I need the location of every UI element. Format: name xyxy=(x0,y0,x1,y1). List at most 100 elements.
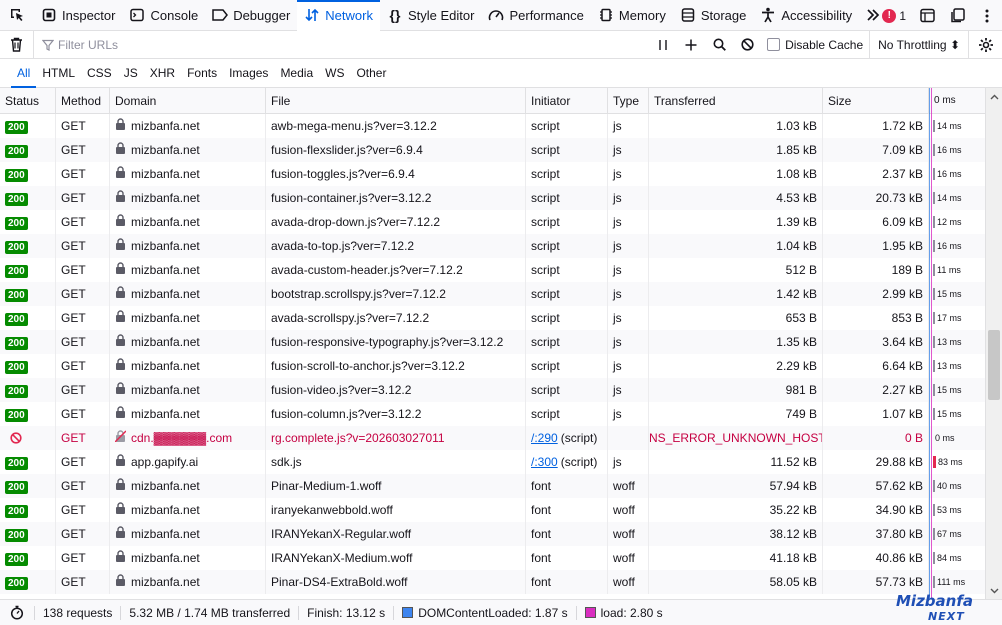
column-file[interactable]: File xyxy=(266,88,526,114)
table-row[interactable]: 200 GET mizbanfa.net fusion-responsive-typo… xyxy=(0,330,985,354)
filter-urls-input[interactable] xyxy=(58,37,458,52)
lock-icon xyxy=(115,234,126,258)
tab-style-editor[interactable]: {} Style Editor xyxy=(380,0,481,31)
table-row[interactable]: GET cdn.▓▓▓▓▓▓.com rg.complete.js?v=202603… xyxy=(0,426,985,450)
type-filter-fonts[interactable]: Fonts xyxy=(181,59,223,88)
cell-initiator: script xyxy=(526,306,608,330)
type-filter-xhr[interactable]: XHR xyxy=(144,59,181,88)
table-row[interactable]: 200 GET mizbanfa.net avada-custom-header.js… xyxy=(0,258,985,282)
table-row[interactable]: 200 GET mizbanfa.net avada-scrollspy.js?ver… xyxy=(0,306,985,330)
table-row[interactable]: 200 GET mizbanfa.net Pinar-DS4-ExtraBold.wo… xyxy=(0,570,985,594)
column-status[interactable]: Status xyxy=(0,88,56,114)
column-method[interactable]: Method xyxy=(56,88,110,114)
cell-method: GET xyxy=(56,282,110,306)
cell-status: 200 xyxy=(0,186,56,210)
initiator-link[interactable]: /:300 xyxy=(531,455,558,469)
tab-accessibility[interactable]: Accessibility xyxy=(753,0,859,31)
cell-size: 6.09 kB xyxy=(823,210,929,234)
throttling-select[interactable]: No Throttling ⬍ xyxy=(869,30,968,59)
table-row[interactable]: 200 GET mizbanfa.net Pinar-Medium-1.woff fon… xyxy=(0,474,985,498)
cell-initiator: script xyxy=(526,138,608,162)
cell-type: js xyxy=(608,450,649,474)
table-row[interactable]: 200 GET mizbanfa.net IRANYekanX-Regular.wof… xyxy=(0,522,985,546)
pause-recording-button[interactable] xyxy=(649,31,677,59)
split-console-button[interactable] xyxy=(912,0,942,31)
column-size[interactable]: Size xyxy=(823,88,929,114)
column-type[interactable]: Type xyxy=(608,88,649,114)
performance-analysis-button[interactable] xyxy=(0,605,35,620)
table-row[interactable]: 200 GET mizbanfa.net fusion-toggles.js?ver=… xyxy=(0,162,985,186)
type-filter-js[interactable]: JS xyxy=(118,59,144,88)
initiator-link[interactable]: /:290 xyxy=(531,431,558,445)
table-row[interactable]: 200 GET mizbanfa.net fusion-container.js?ve… xyxy=(0,186,985,210)
type-filter-ws[interactable]: WS xyxy=(319,59,350,88)
mizbanfa-logo-icon: Mizbanfa NEXT xyxy=(896,592,973,623)
cell-status: 200 xyxy=(0,282,56,306)
cell-file: fusion-responsive-typography.js?ver=3.12… xyxy=(266,330,526,354)
waterfall-time: 14 ms xyxy=(937,121,962,131)
table-row[interactable]: 200 GET mizbanfa.net iranyekanwebbold.woff f… xyxy=(0,498,985,522)
cell-transferred: 1.85 kB xyxy=(649,138,823,162)
checkbox-box xyxy=(767,38,781,51)
initiator-text: (script) xyxy=(560,455,598,469)
table-row[interactable]: 200 GET mizbanfa.net avada-drop-down.js?ver… xyxy=(0,210,985,234)
waterfall-bar xyxy=(933,480,935,492)
tab-network[interactable]: Network xyxy=(297,0,380,31)
request-blocking-button[interactable] xyxy=(733,31,761,59)
cell-file: IRANYekanX-Regular.woff xyxy=(266,522,526,546)
tab-inspector[interactable]: Inspector xyxy=(34,0,122,31)
cell-initiator: script xyxy=(526,210,608,234)
cell-file: fusion-video.js?ver=3.12.2 xyxy=(266,378,526,402)
waterfall-time: 15 ms xyxy=(937,409,962,419)
tab-performance[interactable]: Performance xyxy=(481,0,590,31)
cell-domain: mizbanfa.net xyxy=(110,258,266,282)
element-picker-button[interactable] xyxy=(0,0,34,31)
dock-options-button[interactable] xyxy=(942,0,972,31)
table-row[interactable]: 200 GET app.gapify.ai sdk.js/:300 (script) js… xyxy=(0,450,985,474)
type-filter-media[interactable]: Media xyxy=(274,59,319,88)
vertical-scrollbar[interactable] xyxy=(985,88,1002,599)
column-transferred[interactable]: Transferred xyxy=(649,88,823,114)
tab-performance-label: Performance xyxy=(509,7,584,23)
more-options-button[interactable] xyxy=(972,0,1002,31)
domain-text: app.gapify.ai xyxy=(131,455,199,469)
scroll-up-arrow-icon[interactable] xyxy=(986,88,1002,105)
table-row[interactable]: 200 GET mizbanfa.net fusion-column.js?ver=3… xyxy=(0,402,985,426)
scrollbar-thumb[interactable] xyxy=(988,330,1000,400)
table-row[interactable]: 200 GET mizbanfa.net avada-to-top.js?ver=7.… xyxy=(0,234,985,258)
tab-network-label: Network xyxy=(325,7,373,23)
column-domain[interactable]: Domain xyxy=(110,88,266,114)
cell-file: iranyekanwebbold.woff xyxy=(266,498,526,522)
disable-cache-checkbox[interactable]: Disable Cache xyxy=(767,38,863,52)
cell-initiator: script xyxy=(526,282,608,306)
type-filter-images[interactable]: Images xyxy=(223,59,274,88)
column-waterfall[interactable]: 0 ms xyxy=(929,88,985,114)
table-row[interactable]: 200 GET mizbanfa.net IRANYekanX-Medium.woff… xyxy=(0,546,985,570)
network-settings-button[interactable] xyxy=(968,30,1002,59)
type-filter-html[interactable]: HTML xyxy=(36,59,81,88)
table-row[interactable]: 200 GET mizbanfa.net awb-mega-menu.js?ver=3… xyxy=(0,114,985,138)
type-filter-all[interactable]: All xyxy=(11,59,37,88)
search-button[interactable] xyxy=(705,31,733,59)
lock-icon xyxy=(115,522,126,546)
type-filter-other[interactable]: Other xyxy=(350,59,392,88)
type-filter-css[interactable]: CSS xyxy=(81,59,118,88)
new-request-button[interactable] xyxy=(677,31,705,59)
dom-content-loaded-marker xyxy=(929,88,930,599)
table-row[interactable]: 200 GET mizbanfa.net fusion-flexslider.js?v… xyxy=(0,138,985,162)
table-row[interactable]: 200 GET mizbanfa.net bootstrap.scrollspy.js… xyxy=(0,282,985,306)
tab-memory[interactable]: Memory xyxy=(591,0,673,31)
cell-file: fusion-toggles.js?ver=6.9.4 xyxy=(266,162,526,186)
tab-debugger[interactable]: Debugger xyxy=(205,0,297,31)
waterfall-bar xyxy=(933,552,935,564)
status-badge: 200 xyxy=(5,217,28,230)
table-row[interactable]: 200 GET mizbanfa.net fusion-video.js?ver=3.… xyxy=(0,378,985,402)
cell-time: 0 ms xyxy=(929,426,985,450)
error-count-button[interactable]: ! 1 xyxy=(876,8,912,23)
tab-storage[interactable]: Storage xyxy=(673,0,754,31)
scroll-down-arrow-icon[interactable] xyxy=(986,582,1002,599)
table-row[interactable]: 200 GET mizbanfa.net fusion-scroll-to-ancho… xyxy=(0,354,985,378)
tab-console[interactable]: Console xyxy=(122,0,205,31)
column-initiator[interactable]: Initiator xyxy=(526,88,608,114)
clear-requests-button[interactable] xyxy=(0,30,34,59)
